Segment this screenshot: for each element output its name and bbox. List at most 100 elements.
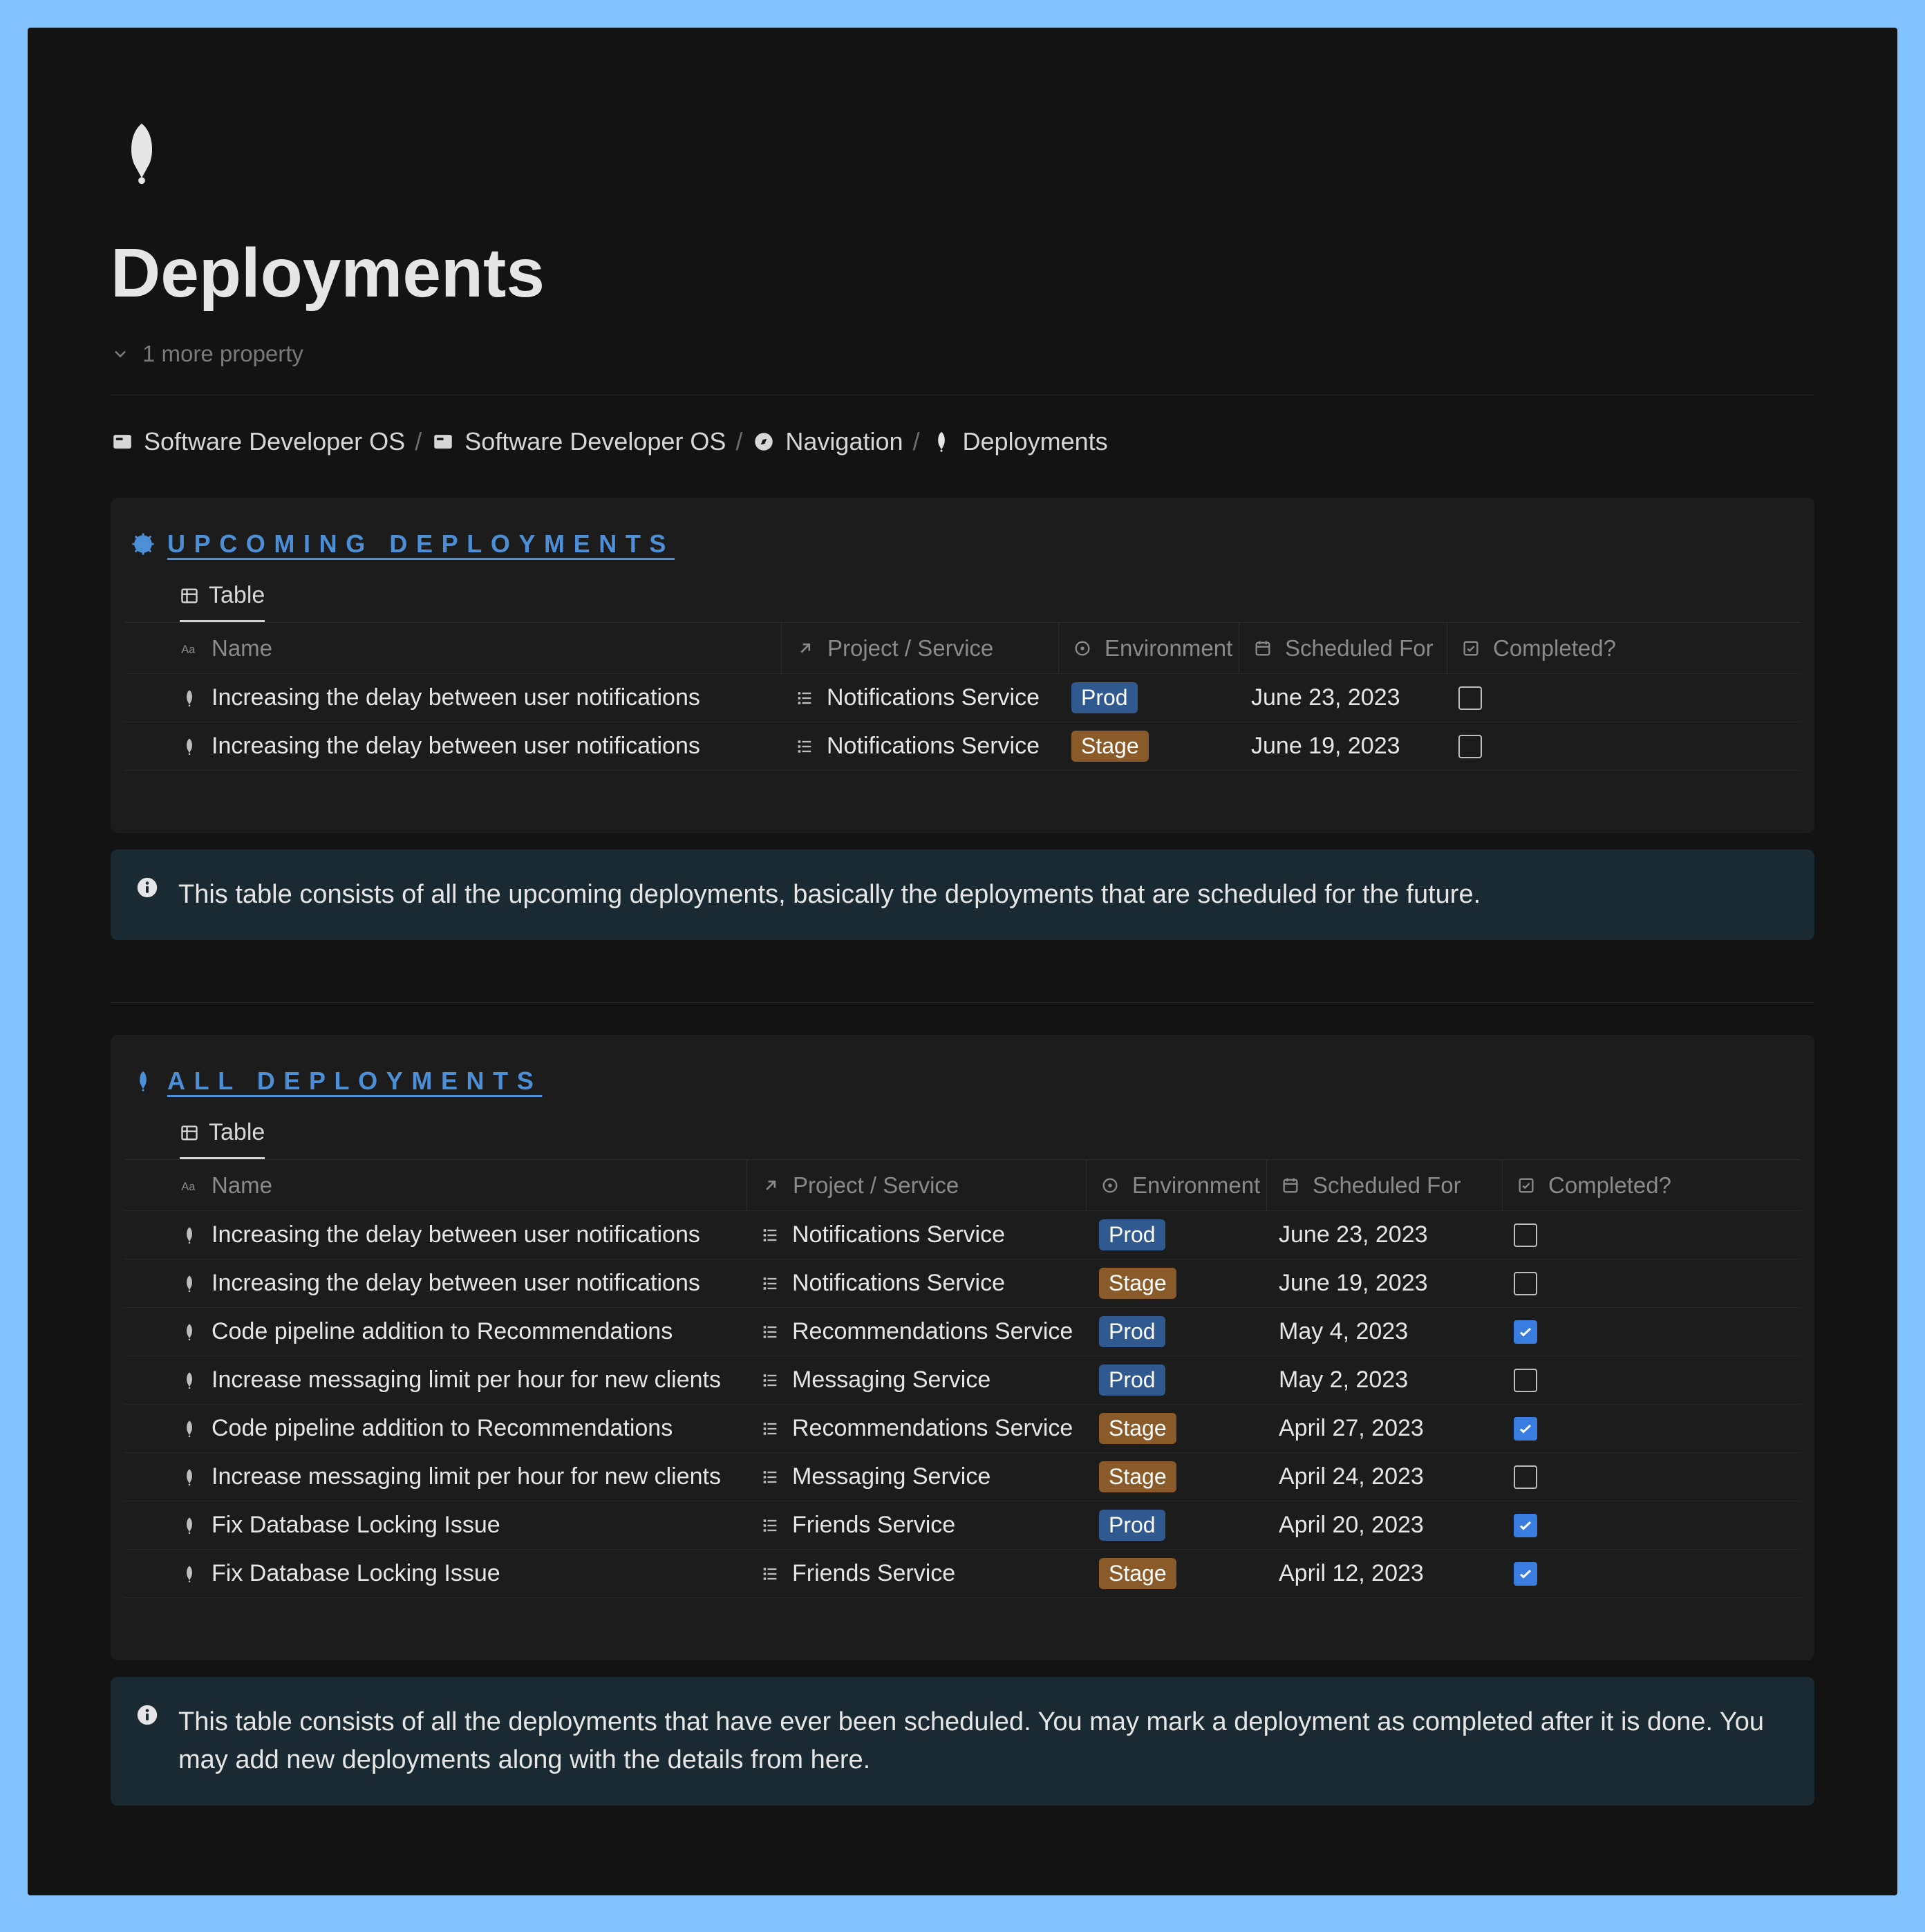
page-title: Deployments xyxy=(111,234,1814,313)
cell-date: May 4, 2023 xyxy=(1279,1318,1408,1345)
col-environment[interactable]: Environment xyxy=(1059,635,1239,662)
calendar-icon xyxy=(1253,639,1273,658)
breadcrumb-separator: / xyxy=(913,427,920,456)
list-icon xyxy=(760,1419,780,1438)
list-icon xyxy=(795,737,814,756)
completed-checkbox[interactable] xyxy=(1458,686,1482,710)
tab-table[interactable]: Table xyxy=(180,582,265,622)
status-icon xyxy=(1100,1176,1120,1195)
cell-project: Notifications Service xyxy=(792,1270,1005,1297)
cell-project: Recommendations Service xyxy=(792,1318,1073,1345)
env-badge: Stage xyxy=(1071,731,1149,762)
table-row[interactable]: Code pipeline addition to Recommendation… xyxy=(124,1405,1801,1453)
list-icon xyxy=(760,1564,780,1584)
col-project[interactable]: Project / Service xyxy=(782,635,1058,662)
col-label: Name xyxy=(212,1172,272,1199)
page-icon-rocket xyxy=(111,104,1814,206)
rocket-icon xyxy=(180,1226,199,1245)
col-label: Project / Service xyxy=(827,635,993,662)
completed-checkbox[interactable] xyxy=(1458,735,1482,758)
completed-checkbox[interactable] xyxy=(1514,1417,1537,1441)
table-row[interactable]: Code pipeline addition to Recommendation… xyxy=(124,1308,1801,1356)
table-row[interactable]: Increasing the delay between user notifi… xyxy=(124,722,1801,771)
rocket-icon xyxy=(180,1371,199,1390)
table-row[interactable]: Increasing the delay between user notifi… xyxy=(124,1259,1801,1308)
breadcrumb-item[interactable]: Deployments xyxy=(930,427,1108,456)
cell-date: April 27, 2023 xyxy=(1279,1415,1424,1442)
cell-name: Increasing the delay between user notifi… xyxy=(212,1270,700,1297)
completed-checkbox[interactable] xyxy=(1514,1320,1537,1344)
info-icon xyxy=(135,1703,159,1727)
table-row[interactable]: Increase messaging limit per hour for ne… xyxy=(124,1453,1801,1501)
card-icon xyxy=(111,430,134,453)
breadcrumb-item[interactable]: Software Developer OS xyxy=(431,427,726,456)
tab-label: Table xyxy=(209,582,265,609)
env-badge: Stage xyxy=(1099,1461,1176,1492)
more-properties-toggle[interactable]: 1 more property xyxy=(111,341,1814,367)
cell-project: Friends Service xyxy=(792,1560,955,1587)
env-badge: Stage xyxy=(1099,1268,1176,1299)
list-icon xyxy=(760,1274,780,1293)
table-row[interactable]: Increasing the delay between user notifi… xyxy=(124,1211,1801,1259)
info-text: This table consists of all the upcoming … xyxy=(178,876,1481,914)
rocket-icon xyxy=(180,1274,199,1293)
cell-project: Notifications Service xyxy=(827,733,1040,760)
all-deployments-panel: ALL DEPLOYMENTS Table Name Project / Ser… xyxy=(111,1035,1814,1660)
completed-checkbox[interactable] xyxy=(1514,1369,1537,1392)
info-text: This table consists of all the deploymen… xyxy=(178,1703,1790,1779)
col-scheduled[interactable]: Scheduled For xyxy=(1267,1172,1502,1199)
text-icon xyxy=(180,639,199,658)
cell-date: April 12, 2023 xyxy=(1279,1560,1424,1587)
col-project[interactable]: Project / Service xyxy=(747,1172,1086,1199)
completed-checkbox[interactable] xyxy=(1514,1465,1537,1489)
list-icon xyxy=(760,1322,780,1342)
more-properties-label: 1 more property xyxy=(142,341,303,367)
upcoming-deployments-panel: UPCOMING DEPLOYMENTS Table Name Project … xyxy=(111,498,1814,833)
upcoming-tabbar: Table xyxy=(124,582,1801,623)
env-badge: Stage xyxy=(1099,1558,1176,1589)
col-scheduled[interactable]: Scheduled For xyxy=(1239,635,1447,662)
cell-project: Friends Service xyxy=(792,1512,955,1539)
completed-checkbox[interactable] xyxy=(1514,1562,1537,1586)
arrow-ne-icon xyxy=(796,639,815,658)
breadcrumb-item[interactable]: Software Developer OS xyxy=(111,427,405,456)
breadcrumb-label: Software Developer OS xyxy=(464,427,726,456)
cell-project: Messaging Service xyxy=(792,1463,990,1490)
col-environment[interactable]: Environment xyxy=(1087,1172,1266,1199)
completed-checkbox[interactable] xyxy=(1514,1223,1537,1247)
rocket-icon xyxy=(180,1564,199,1584)
table-row[interactable]: Increase messaging limit per hour for ne… xyxy=(124,1356,1801,1405)
env-badge: Prod xyxy=(1099,1316,1165,1347)
env-badge: Prod xyxy=(1099,1510,1165,1541)
table-header: Name Project / Service Environment Sched… xyxy=(124,623,1801,674)
tab-table[interactable]: Table xyxy=(180,1119,265,1159)
breadcrumb: Software Developer OS / Software Develop… xyxy=(111,427,1814,456)
completed-checkbox[interactable] xyxy=(1514,1272,1537,1295)
list-icon xyxy=(760,1467,780,1487)
all-tabbar: Table xyxy=(124,1119,1801,1160)
col-completed[interactable]: Completed? xyxy=(1503,1172,1671,1199)
cell-project: Notifications Service xyxy=(792,1221,1005,1248)
breadcrumb-label: Software Developer OS xyxy=(144,427,405,456)
cell-name: Increasing the delay between user notifi… xyxy=(212,684,700,711)
table-row[interactable]: Fix Database Locking Issue Friends Servic… xyxy=(124,1501,1801,1550)
arrow-ne-icon xyxy=(761,1176,780,1195)
list-icon xyxy=(760,1371,780,1390)
rocket-icon xyxy=(180,1467,199,1487)
badge-icon xyxy=(131,532,155,556)
cell-name: Fix Database Locking Issue xyxy=(212,1512,500,1539)
all-deployments-title[interactable]: ALL DEPLOYMENTS xyxy=(167,1067,542,1096)
col-label: Completed? xyxy=(1493,635,1616,662)
cell-project: Messaging Service xyxy=(792,1367,990,1394)
table-row[interactable]: Fix Database Locking IssueFriends Servic… xyxy=(124,1550,1801,1598)
page-frame: Deployments 1 more property Software Dev… xyxy=(28,28,1897,1895)
upcoming-deployments-title[interactable]: UPCOMING DEPLOYMENTS xyxy=(167,529,675,559)
tab-label: Table xyxy=(209,1119,265,1146)
breadcrumb-item[interactable]: Navigation xyxy=(752,427,903,456)
table-row[interactable]: Increasing the delay between user notifi… xyxy=(124,674,1801,722)
col-name[interactable]: Name xyxy=(180,635,781,662)
col-name[interactable]: Name xyxy=(180,1172,746,1199)
completed-checkbox[interactable] xyxy=(1514,1514,1537,1537)
col-completed[interactable]: Completed? xyxy=(1447,635,1616,662)
text-icon xyxy=(180,1176,199,1195)
